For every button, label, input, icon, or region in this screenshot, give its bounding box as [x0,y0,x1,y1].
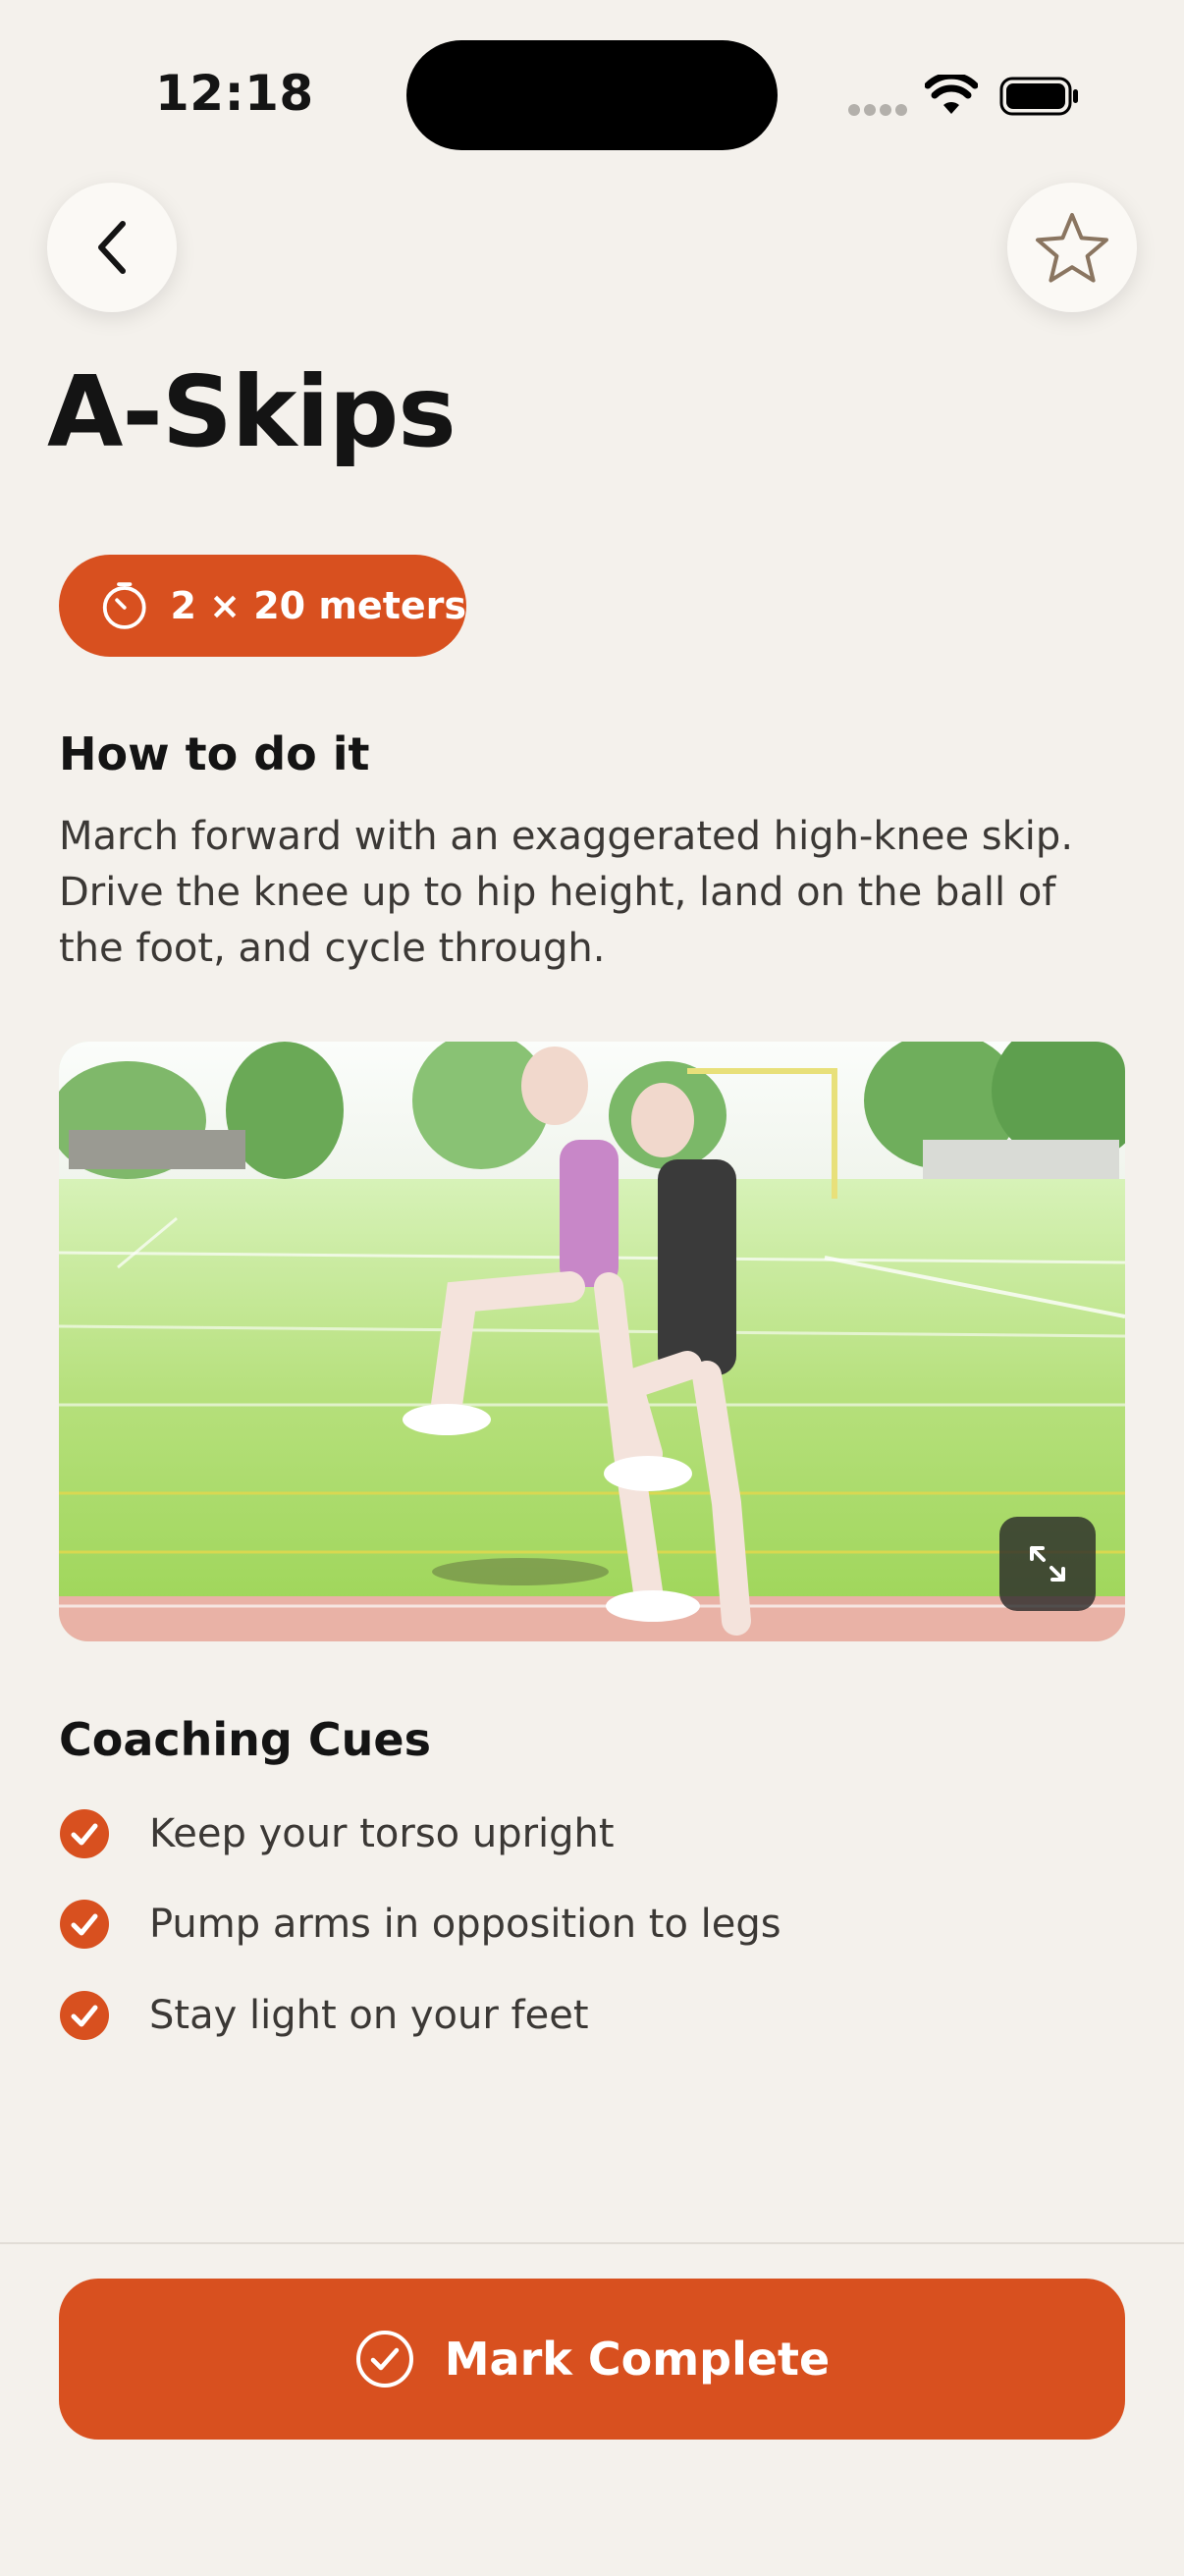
check-circle-icon [60,1809,109,1858]
prescription-badge: 2 × 20 meters [59,555,466,657]
status-time: 12:18 [155,65,314,122]
expand-video-button[interactable] [999,1517,1096,1611]
check-circle-icon [60,1991,109,2040]
wifi-icon [925,75,978,114]
timer-icon [102,582,146,629]
instructions-heading: How to do it [59,727,370,780]
mark-complete-label: Mark Complete [444,2333,831,2386]
coaching-cue-text: Pump arms in opposition to legs [149,1902,781,1947]
coaching-cue-item: Stay light on your feet [59,1988,589,2043]
mark-complete-button[interactable]: Mark Complete [59,2279,1125,2440]
chevron-left-icon [98,221,126,274]
coaching-cue-item: Keep your torso upright [59,1806,615,1861]
dynamic-island [406,40,778,150]
cellular-signal-icon [848,104,907,116]
coaching-cue-text: Keep your torso upright [149,1811,615,1856]
instructions-text: March forward with an exaggerated high-k… [59,814,1074,971]
expand-icon [1030,1546,1065,1582]
coaching-cues-heading: Coaching Cues [59,1713,431,1766]
battery-icon [999,77,1078,116]
coaching-cue-item: Pump arms in opposition to legs [59,1897,781,1952]
demo-video-frame [59,1042,1125,1641]
back-button[interactable] [47,183,177,312]
prescription-label: 2 × 20 meters [170,584,466,627]
demo-video[interactable] [59,1042,1125,1641]
favorite-button[interactable] [1007,183,1137,312]
coaching-cue-text: Stay light on your feet [149,1993,589,2038]
star-outline-icon [1036,213,1108,283]
page-title: A-Skips [47,354,457,469]
check-circle-icon [60,1900,109,1949]
check-circle-outline-icon [355,2331,413,2388]
